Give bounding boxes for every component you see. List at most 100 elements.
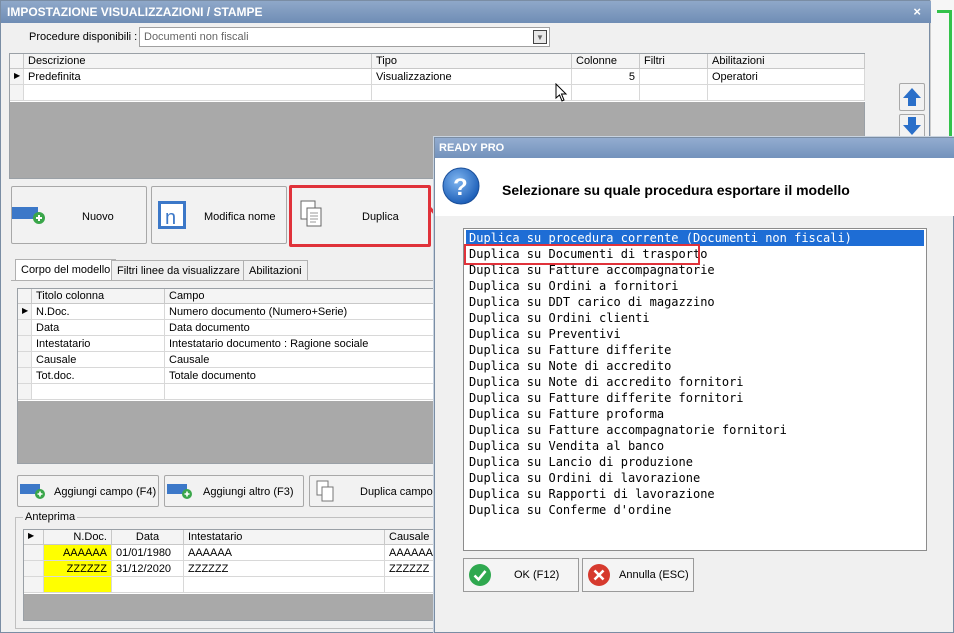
cell-causale[interactable]: ZZZZZZ xyxy=(385,561,438,577)
ok-button[interactable]: OK (F12) xyxy=(463,558,579,592)
move-up-button[interactable] xyxy=(899,83,925,111)
empty-cell[interactable] xyxy=(640,85,708,101)
list-item[interactable]: Duplica su Note di accredito xyxy=(466,358,924,374)
cell-titolo[interactable]: Tot.doc. xyxy=(32,368,165,384)
dialog-header: ? Selezionare su quale procedura esporta… xyxy=(435,158,954,216)
chevron-down-icon[interactable]: ▼ xyxy=(533,30,547,44)
empty-cell[interactable] xyxy=(372,85,572,101)
list-item[interactable]: Duplica su Fatture differite fornitori xyxy=(466,390,924,406)
aggiungi-campo-button[interactable]: Aggiungi campo (F4) xyxy=(17,475,159,507)
dialog-title: READY PRO xyxy=(439,142,505,154)
cell-campo[interactable]: Intestatario documento : Ragione sociale xyxy=(165,336,438,352)
cell-intestatario[interactable]: AAAAAA xyxy=(184,545,385,561)
cell-abilitazioni[interactable]: Operatori xyxy=(708,69,865,85)
empty-cell[interactable] xyxy=(165,384,438,400)
empty-cell[interactable] xyxy=(24,85,372,101)
question-icon: ? xyxy=(442,167,480,205)
cell-titolo[interactable]: Intestatario xyxy=(32,336,165,352)
aggiungi-altro-button[interactable]: Aggiungi altro (F3) xyxy=(164,475,304,507)
col-header-data[interactable]: Data xyxy=(112,530,184,545)
tab-corpo-del-modello[interactable]: Corpo del modello xyxy=(15,259,117,281)
procedure-list[interactable]: Duplica su procedura corrente (Documenti… xyxy=(463,228,927,551)
move-down-button[interactable] xyxy=(899,114,925,138)
cell-data[interactable]: 31/12/2020 xyxy=(112,561,184,577)
cell-campo[interactable]: Numero documento (Numero+Serie) xyxy=(165,304,438,320)
cell-tipo[interactable]: Visualizzazione xyxy=(372,69,572,85)
cell-ndoc[interactable]: AAAAAA xyxy=(44,545,112,561)
col-header-titolo[interactable]: Titolo colonna xyxy=(32,289,165,304)
main-title-bar: IMPOSTAZIONE VISUALIZZAZIONI / STAMPE xyxy=(1,1,931,23)
aggiungi-altro-label: Aggiungi altro (F3) xyxy=(203,486,294,498)
col-header-campo[interactable]: Campo xyxy=(165,289,438,304)
list-item[interactable]: Duplica su Ordini di lavorazione xyxy=(466,470,924,486)
modifica-nome-button[interactable]: n Modifica nome xyxy=(151,186,287,244)
list-item[interactable]: Duplica su Rapporti di lavorazione xyxy=(466,486,924,502)
cancel-button[interactable]: Annulla (ESC) xyxy=(582,558,694,592)
highlight-box xyxy=(464,244,700,265)
arrow-down-icon xyxy=(903,117,921,135)
tab-filtri-linee[interactable]: Filtri linee da visualizzare xyxy=(111,260,246,280)
col-header-descrizione[interactable]: Descrizione xyxy=(24,54,372,69)
tab-abilitazioni[interactable]: Abilitazioni xyxy=(243,260,308,280)
col-header-colonne[interactable]: Colonne xyxy=(572,54,640,69)
cell-titolo[interactable]: Causale xyxy=(32,352,165,368)
add-icon xyxy=(20,484,45,499)
duplica-button[interactable]: Duplica xyxy=(289,185,431,247)
col-header-causale[interactable]: Causale xyxy=(385,530,438,545)
col-header-tipo[interactable]: Tipo xyxy=(372,54,572,69)
list-item[interactable]: Duplica su Fatture proforma xyxy=(466,406,924,422)
row-selector-icon: ▶ xyxy=(24,530,44,545)
list-item[interactable]: Duplica su Preventivi xyxy=(466,326,924,342)
cell-campo[interactable]: Data documento xyxy=(165,320,438,336)
list-item[interactable]: Duplica su Conferme d'ordine xyxy=(466,502,924,518)
row-selector-icon: ▶ xyxy=(18,304,32,320)
cell-titolo[interactable]: N.Doc. xyxy=(32,304,165,320)
list-item[interactable]: Duplica su Fatture accompagnatorie forni… xyxy=(466,422,924,438)
cell-campo[interactable]: Totale documento xyxy=(165,368,438,384)
list-item[interactable]: Duplica su Ordini clienti xyxy=(466,310,924,326)
empty-cell[interactable] xyxy=(572,85,640,101)
procedure-label: Procedure disponibili : xyxy=(29,31,138,43)
list-item[interactable]: Duplica su Note di accredito fornitori xyxy=(466,374,924,390)
list-item[interactable]: Duplica su Vendita al banco xyxy=(466,438,924,454)
cell-filtri[interactable] xyxy=(640,69,708,85)
cell-colonne[interactable]: 5 xyxy=(572,69,640,85)
col-header-abilitazioni[interactable]: Abilitazioni xyxy=(708,54,865,69)
cancel-icon xyxy=(588,564,610,586)
close-icon[interactable]: × xyxy=(913,4,921,19)
row-selector-icon: ▶ xyxy=(10,69,24,85)
procedure-select-value: Documenti non fiscali xyxy=(144,31,249,43)
empty-cell[interactable] xyxy=(32,384,165,400)
copy-icon xyxy=(300,200,322,227)
list-item[interactable]: Duplica su Lancio di produzione xyxy=(466,454,924,470)
add-icon xyxy=(12,207,45,224)
procedure-select[interactable]: Documenti non fiscali ▼ xyxy=(139,27,550,47)
cell-titolo[interactable]: Data xyxy=(32,320,165,336)
columns-table: Titolo colonna Campo ▶ N.Doc. Numero doc… xyxy=(17,288,438,464)
cell-data[interactable]: 01/01/1980 xyxy=(112,545,184,561)
cell-campo[interactable]: Causale xyxy=(165,352,438,368)
cell-causale[interactable]: AAAAAA xyxy=(385,545,438,561)
cell-ndoc[interactable]: ZZZZZZ xyxy=(44,561,112,577)
nuovo-button[interactable]: Nuovo xyxy=(11,186,147,244)
col-header-ndoc[interactable]: N.Doc. xyxy=(44,530,112,545)
cell-descrizione[interactable]: Predefinita xyxy=(24,69,372,85)
svg-text:?: ? xyxy=(453,174,468,201)
add-icon xyxy=(167,484,192,499)
col-header-intestatario[interactable]: Intestatario xyxy=(184,530,385,545)
mouse-cursor-icon xyxy=(555,83,568,102)
ok-label: OK (F12) xyxy=(514,569,560,581)
modifica-nome-label: Modifica nome xyxy=(204,211,276,223)
arrow-up-icon xyxy=(903,88,921,106)
col-header-filtri[interactable]: Filtri xyxy=(640,54,708,69)
list-item[interactable]: Duplica su Ordini a fornitori xyxy=(466,278,924,294)
cell-intestatario[interactable]: ZZZZZZ xyxy=(184,561,385,577)
nuovo-label: Nuovo xyxy=(82,211,114,223)
duplica-campo-button[interactable]: Duplica campo xyxy=(309,475,437,507)
rename-icon: n xyxy=(158,201,186,229)
list-item[interactable]: Duplica su DDT carico di magazzino xyxy=(466,294,924,310)
list-item[interactable]: Duplica su Fatture differite xyxy=(466,342,924,358)
empty-cell[interactable] xyxy=(708,85,865,101)
duplica-campo-label: Duplica campo xyxy=(360,486,433,498)
cancel-label: Annulla (ESC) xyxy=(619,569,689,581)
